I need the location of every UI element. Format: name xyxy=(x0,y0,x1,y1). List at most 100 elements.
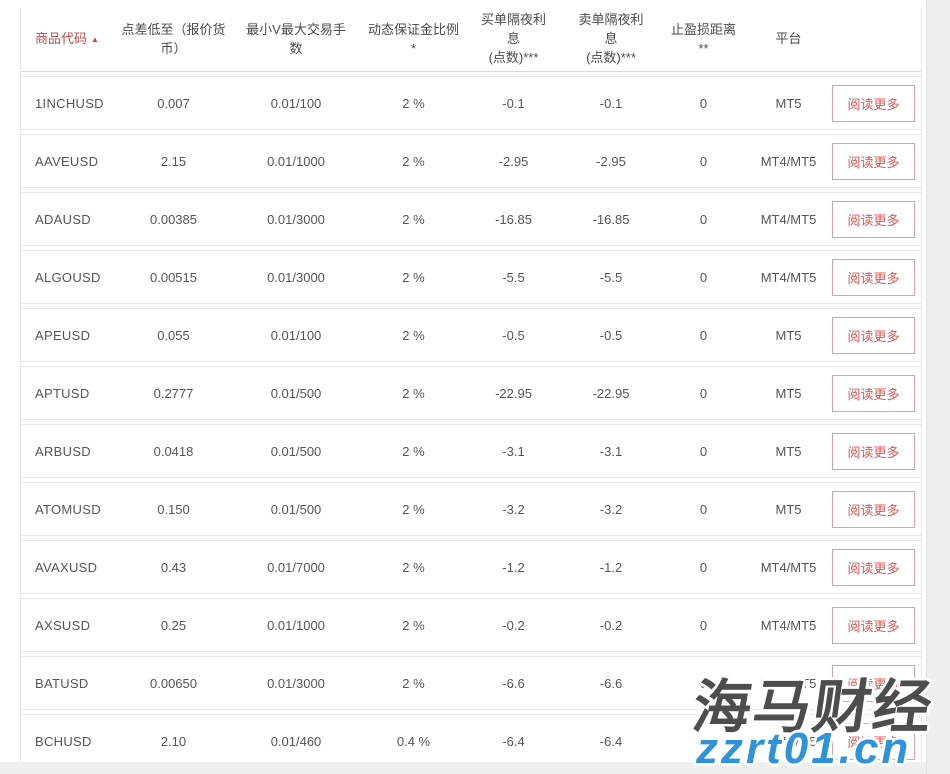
table-header-row: 商品代码 ▲ 点差低至（报价货 币） 最小V最大交易手 数 动态保证金比例 * 买… xyxy=(21,8,921,72)
read-more-button[interactable]: 阅读更多 xyxy=(832,259,914,296)
cell-buy-overnight-interest: -0.2 xyxy=(461,618,566,633)
cell-product-code: AXSUSD xyxy=(21,618,121,633)
cell-action: 阅读更多 xyxy=(826,259,921,296)
cell-sell-overnight-interest: -1.2 xyxy=(566,560,656,575)
cell-stop-distance: 0 xyxy=(656,618,751,633)
cell-product-code: BCHUSD xyxy=(21,734,121,749)
cell-margin-ratio: 2 % xyxy=(366,96,461,111)
cell-platform: MT4/MT5 xyxy=(751,270,826,285)
cell-spread: 0.2777 xyxy=(121,386,226,401)
cell-margin-ratio: 2 % xyxy=(366,560,461,575)
cell-buy-overnight-interest: -3.1 xyxy=(461,444,566,459)
cell-min-max-lots: 0.01/3000 xyxy=(226,212,366,227)
read-more-button[interactable]: 阅读更多 xyxy=(832,375,914,412)
cell-min-max-lots: 0.01/500 xyxy=(226,502,366,517)
table-row: ALGOUSD 0.00515 0.01/3000 2 % -5.5 -5.5 … xyxy=(21,250,921,304)
cell-spread: 2.10 xyxy=(121,734,226,749)
cell-sell-overnight-interest: -0.2 xyxy=(566,618,656,633)
cell-buy-overnight-interest: -5.5 xyxy=(461,270,566,285)
cell-product-code: BATUSD xyxy=(21,676,121,691)
cell-buy-overnight-interest: -16.85 xyxy=(461,212,566,227)
cell-spread: 0.43 xyxy=(121,560,226,575)
read-more-button[interactable]: 阅读更多 xyxy=(832,317,914,354)
cell-product-code: ARBUSD xyxy=(21,444,121,459)
cell-platform: MT5 xyxy=(751,96,826,111)
table-row: APTUSD 0.2777 0.01/500 2 % -22.95 -22.95… xyxy=(21,366,921,420)
cell-product-code: APTUSD xyxy=(21,386,121,401)
cell-stop-distance: 0 xyxy=(656,154,751,169)
sort-asc-icon: ▲ xyxy=(91,35,99,44)
read-more-button[interactable]: 阅读更多 xyxy=(832,549,914,586)
cell-margin-ratio: 2 % xyxy=(366,502,461,517)
read-more-button[interactable]: 阅读更多 xyxy=(832,85,914,122)
cell-spread: 0.00385 xyxy=(121,212,226,227)
cell-product-code: ADAUSD xyxy=(21,212,121,227)
cell-min-max-lots: 0.01/100 xyxy=(226,96,366,111)
cell-spread: 0.25 xyxy=(121,618,226,633)
page-right-gutter xyxy=(926,0,950,774)
cell-spread: 0.00515 xyxy=(121,270,226,285)
cell-buy-overnight-interest: -22.95 xyxy=(461,386,566,401)
cell-stop-distance: 0 xyxy=(656,444,751,459)
column-header-margin-ratio[interactable]: 动态保证金比例 * xyxy=(366,21,461,59)
cell-platform: MT5 xyxy=(751,502,826,517)
table-row: AXSUSD 0.25 0.01/1000 2 % -0.2 -0.2 0 MT… xyxy=(21,598,921,652)
cell-platform: MT5 xyxy=(751,328,826,343)
cell-buy-overnight-interest: -2.95 xyxy=(461,154,566,169)
table-row: ATOMUSD 0.150 0.01/500 2 % -3.2 -3.2 0 M… xyxy=(21,482,921,536)
cell-action: 阅读更多 xyxy=(826,375,921,412)
column-header-min-max-lots[interactable]: 最小V最大交易手 数 xyxy=(226,21,366,59)
read-more-button[interactable]: 阅读更多 xyxy=(832,607,914,644)
cell-action: 阅读更多 xyxy=(826,607,921,644)
cell-action: 阅读更多 xyxy=(826,433,921,470)
cell-min-max-lots: 0.01/460 xyxy=(226,734,366,749)
cell-stop-distance: 0 xyxy=(656,212,751,227)
table-row: AVAXUSD 0.43 0.01/7000 2 % -1.2 -1.2 0 M… xyxy=(21,540,921,594)
column-header-buy-overnight-interest[interactable]: 买单隔夜利 息 (点数)*** xyxy=(461,11,566,68)
cell-sell-overnight-interest: -3.2 xyxy=(566,502,656,517)
table-row: AAVEUSD 2.15 0.01/1000 2 % -2.95 -2.95 0… xyxy=(21,134,921,188)
cell-product-code: ALGOUSD xyxy=(21,270,121,285)
table-row: 1INCHUSD 0.007 0.01/100 2 % -0.1 -0.1 0 … xyxy=(21,76,921,130)
cell-product-code: ATOMUSD xyxy=(21,502,121,517)
cell-min-max-lots: 0.01/500 xyxy=(226,444,366,459)
cell-margin-ratio: 2 % xyxy=(366,386,461,401)
column-header-product-code[interactable]: 商品代码 ▲ xyxy=(21,30,121,49)
cell-buy-overnight-interest: -1.2 xyxy=(461,560,566,575)
read-more-button[interactable]: 阅读更多 xyxy=(832,201,914,238)
cell-buy-overnight-interest: -6.6 xyxy=(461,676,566,691)
read-more-button[interactable]: 阅读更多 xyxy=(832,491,914,528)
read-more-button[interactable]: 阅读更多 xyxy=(832,143,914,180)
cell-sell-overnight-interest: -5.5 xyxy=(566,270,656,285)
cell-min-max-lots: 0.01/500 xyxy=(226,386,366,401)
read-more-button[interactable]: 阅读更多 xyxy=(832,433,914,470)
cell-platform: MT5 xyxy=(751,386,826,401)
cell-spread: 0.00650 xyxy=(121,676,226,691)
column-header-stop-distance[interactable]: 止盈损距离 ** xyxy=(656,21,751,59)
cell-stop-distance: 0 xyxy=(656,560,751,575)
cell-action: 阅读更多 xyxy=(826,201,921,238)
cell-min-max-lots: 0.01/1000 xyxy=(226,154,366,169)
cell-spread: 0.150 xyxy=(121,502,226,517)
cell-action: 阅读更多 xyxy=(826,85,921,122)
table-row: ARBUSD 0.0418 0.01/500 2 % -3.1 -3.1 0 M… xyxy=(21,424,921,478)
cell-margin-ratio: 2 % xyxy=(366,618,461,633)
cell-margin-ratio: 2 % xyxy=(366,676,461,691)
cell-spread: 0.007 xyxy=(121,96,226,111)
cell-buy-overnight-interest: -3.2 xyxy=(461,502,566,517)
cell-stop-distance: 0 xyxy=(656,386,751,401)
column-header-label: 商品代码 xyxy=(35,31,87,46)
cell-stop-distance: 0 xyxy=(656,502,751,517)
cell-stop-distance: 0 xyxy=(656,96,751,111)
column-header-sell-overnight-interest[interactable]: 卖单隔夜利 息 (点数)*** xyxy=(566,11,656,68)
cell-action: 阅读更多 xyxy=(826,549,921,586)
table-row: ADAUSD 0.00385 0.01/3000 2 % -16.85 -16.… xyxy=(21,192,921,246)
cell-action: 阅读更多 xyxy=(826,143,921,180)
column-header-platform[interactable]: 平台 xyxy=(751,30,826,49)
column-header-spread[interactable]: 点差低至（报价货 币） xyxy=(121,21,226,59)
cell-action: 阅读更多 xyxy=(826,491,921,528)
cell-product-code: APEUSD xyxy=(21,328,121,343)
cell-margin-ratio: 2 % xyxy=(366,444,461,459)
cell-platform: MT4/MT5 xyxy=(751,154,826,169)
cell-platform: MT4/MT5 xyxy=(751,212,826,227)
